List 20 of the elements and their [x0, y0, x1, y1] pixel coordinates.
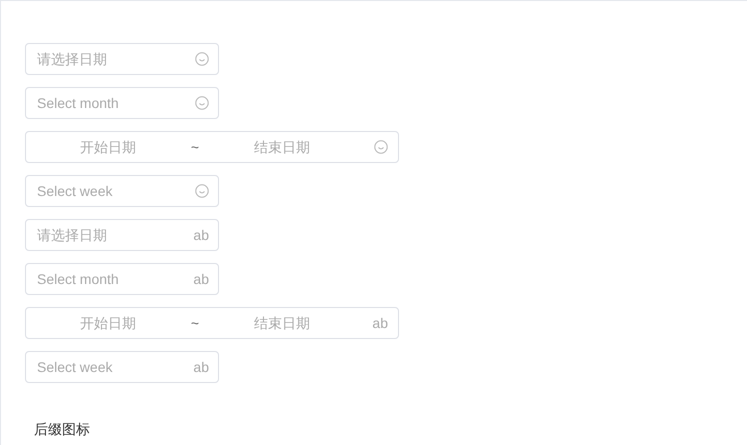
smile-icon [195, 96, 209, 110]
start-date-input[interactable]: 开始日期 [26, 137, 190, 157]
date-range-field[interactable]: 开始日期 ~ 结束日期 ab [25, 307, 399, 339]
suffix-text: ab [193, 270, 209, 289]
date-range-field[interactable]: 开始日期 ~ 结束日期 [25, 131, 399, 163]
date-picker-field[interactable]: 请选择日期 [25, 43, 219, 75]
smile-icon [195, 184, 209, 198]
suffix-text: ab [193, 358, 209, 377]
end-date-input[interactable]: 结束日期 [200, 137, 364, 157]
start-date-input[interactable]: 开始日期 [26, 313, 190, 333]
end-date-input[interactable]: 结束日期 [200, 313, 364, 333]
smile-icon [195, 52, 209, 66]
suffix-text: ab [372, 314, 388, 333]
range-separator: ~ [190, 314, 200, 333]
section-title: 后缀图标 [34, 421, 90, 437]
date-picker-field[interactable]: Select week [25, 175, 219, 207]
smile-icon [374, 140, 388, 154]
range-separator: ~ [190, 138, 200, 157]
suffix-text: ab [193, 226, 209, 245]
date-picker-field[interactable]: Select month [25, 87, 219, 119]
